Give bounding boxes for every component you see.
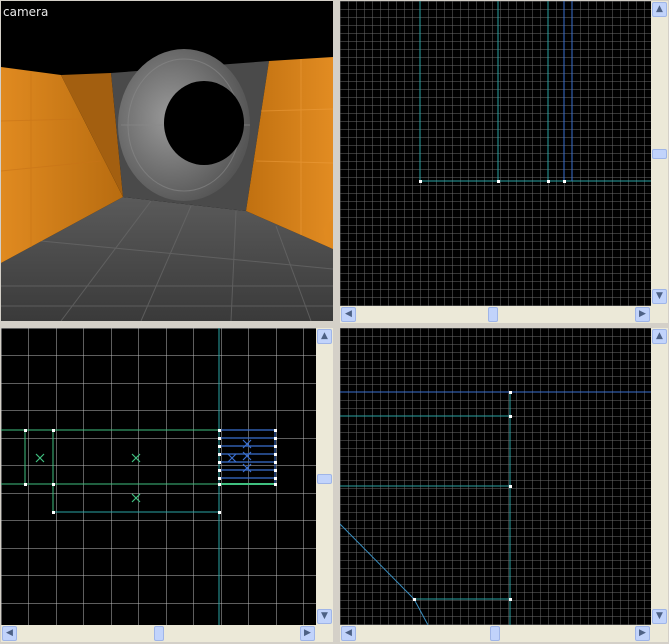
bottom-right-horizontal-scrollbar[interactable]: ◀ ▶	[340, 625, 651, 642]
scrollbar-corner	[316, 625, 333, 642]
scroll-thumb[interactable]	[317, 474, 332, 484]
scroll-up-button[interactable]: ▲	[317, 329, 332, 344]
camera-scene	[1, 1, 333, 321]
grid-view-top-right	[340, 1, 651, 306]
scroll-up-button[interactable]: ▲	[652, 2, 667, 17]
scroll-thumb[interactable]	[488, 307, 498, 322]
bottom-left-horizontal-scrollbar[interactable]: ◀ ▶	[1, 625, 316, 642]
top-right-2d-viewport[interactable]	[340, 1, 651, 306]
viewport-label-camera: camera	[3, 5, 49, 19]
scroll-down-button[interactable]: ▼	[317, 609, 332, 624]
camera-viewport[interactable]: camera	[1, 1, 333, 321]
scroll-left-button[interactable]: ◀	[341, 307, 356, 322]
scroll-thumb[interactable]	[490, 626, 500, 641]
top-right-horizontal-scrollbar[interactable]: ◀ ▶	[340, 306, 651, 323]
scroll-down-button[interactable]: ▼	[652, 609, 667, 624]
top-right-vertical-scrollbar[interactable]: ▲ ▼	[651, 1, 668, 306]
scroll-left-button[interactable]: ◀	[341, 626, 356, 641]
scroll-right-button[interactable]: ▶	[300, 626, 315, 641]
scroll-right-button[interactable]: ▶	[635, 626, 650, 641]
grid-view-bottom-left	[1, 328, 316, 625]
scroll-thumb[interactable]	[154, 626, 164, 641]
scroll-right-button[interactable]: ▶	[635, 307, 650, 322]
pipe-hole	[164, 81, 244, 165]
scrollbar-corner	[651, 306, 668, 323]
scroll-thumb[interactable]	[652, 149, 667, 159]
bottom-left-2d-viewport[interactable]	[1, 328, 316, 625]
bottom-right-vertical-scrollbar[interactable]: ▲ ▼	[651, 328, 668, 625]
scroll-up-button[interactable]: ▲	[652, 329, 667, 344]
scroll-left-button[interactable]: ◀	[2, 626, 17, 641]
bottom-left-vertical-scrollbar[interactable]: ▲ ▼	[316, 328, 333, 625]
bottom-right-2d-viewport[interactable]	[340, 328, 651, 625]
scroll-down-button[interactable]: ▼	[652, 289, 667, 304]
scrollbar-corner	[651, 625, 668, 642]
grid-view-bottom-right	[340, 328, 651, 625]
